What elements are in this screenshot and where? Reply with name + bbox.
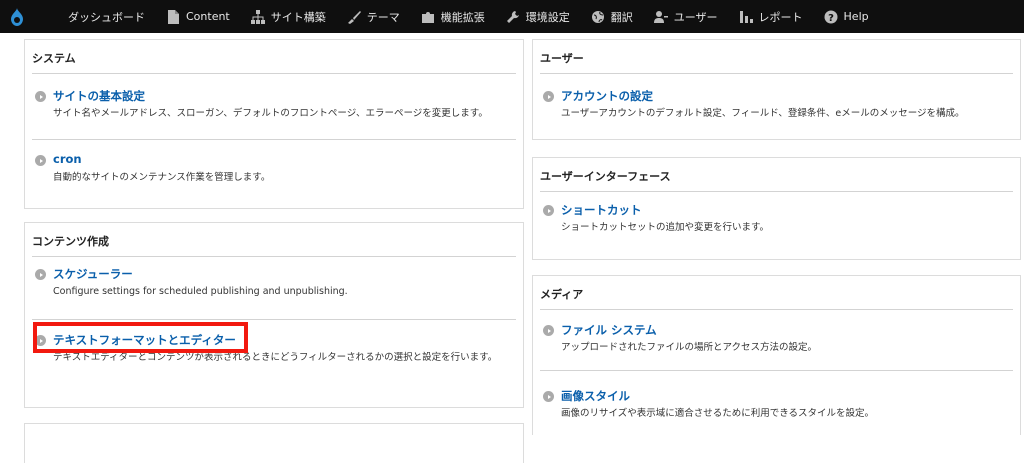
arrow-circle-icon	[543, 325, 554, 336]
globe-icon	[590, 9, 606, 25]
panel-user-interface: ユーザーインターフェース ショートカット ショートカットセットの追加や変更を行い…	[532, 157, 1021, 260]
arrow-circle-icon	[35, 155, 46, 166]
toolbar-item-extend[interactable]: 機能拡張	[410, 0, 495, 33]
toolbar-item-content[interactable]: Content	[155, 0, 240, 33]
toolbar-label: レポート	[758, 10, 803, 24]
item-link[interactable]: アカウントの設定	[561, 88, 653, 104]
item-description: サイト名やメールアドレス、スローガン、デフォルトのフロントページ、エラーページを…	[53, 108, 488, 119]
toolbar-item-config[interactable]: 環境設定	[495, 0, 580, 33]
sitemap-icon	[250, 9, 266, 25]
item-link[interactable]: スケジューラー	[53, 266, 133, 282]
item-description: 自動的なサイトのメンテナンス作業を管理します。	[53, 172, 271, 183]
toolbar-item-translate[interactable]: 翻訳	[580, 0, 643, 33]
item-link[interactable]: cron	[53, 152, 82, 166]
panel-title: ユーザーインターフェース	[540, 158, 1013, 192]
puzzle-icon	[420, 9, 436, 25]
arrow-circle-icon	[543, 205, 554, 216]
wrench-icon	[505, 9, 521, 25]
divider	[32, 319, 516, 320]
toolbar-label: ダッシュボード	[68, 10, 145, 24]
highlight-box	[33, 322, 248, 353]
item-description: ショートカットセットの追加や変更を行います。	[561, 222, 770, 233]
toolbar-item-appearance[interactable]: テーマ	[336, 0, 410, 33]
arrow-circle-icon	[35, 91, 46, 102]
arrow-circle-icon	[543, 91, 554, 102]
panel-media: メディア ファイル システム アップロードされたファイルの場所とアクセス方法の設…	[532, 275, 1021, 435]
panel-next	[24, 423, 524, 463]
toolbar-label: テーマ	[366, 10, 400, 24]
toolbar-label: 環境設定	[525, 10, 570, 24]
item-description: Configure settings for scheduled publish…	[53, 286, 348, 297]
panel-system: システム サイトの基本設定 サイト名やメールアドレス、スローガン、デフォルトのフ…	[24, 39, 524, 209]
arrow-circle-icon	[543, 391, 554, 402]
toolbar-label: Help	[843, 10, 869, 23]
bar-chart-icon	[738, 9, 754, 25]
toolbar-nav: ダッシュボード Content サイト構築 テーマ 機能拡張 環境設定 翻訳 ユ…	[33, 0, 879, 33]
brush-icon	[346, 9, 362, 25]
file-icon	[165, 9, 181, 25]
panel-content-authoring: コンテンツ作成 スケジューラー Configure settings for s…	[24, 222, 524, 408]
panel-title: コンテンツ作成	[32, 223, 516, 257]
item-description: 画像のリサイズや表示域に適合させるために利用できるスタイルを設定。	[561, 408, 875, 419]
item-link[interactable]: サイトの基本設定	[53, 88, 145, 104]
panel-title: メディア	[540, 276, 1013, 310]
toolbar-label: サイト構築	[270, 10, 326, 24]
item-link[interactable]: ファイル システム	[561, 322, 657, 338]
drupal-logo-icon[interactable]	[0, 0, 33, 33]
divider	[540, 370, 1013, 371]
item-description: ユーザーアカウントのデフォルト設定、フィールド、登録条件、eメールのメッセージを…	[561, 108, 965, 119]
toolbar-label: 機能拡張	[440, 10, 485, 24]
people-icon	[653, 9, 669, 25]
panel-title: システム	[32, 40, 516, 74]
item-description: アップロードされたファイルの場所とアクセス方法の設定。	[561, 342, 818, 353]
toolbar-item-reports[interactable]: レポート	[728, 0, 813, 33]
panel-people: ユーザー アカウントの設定 ユーザーアカウントのデフォルト設定、フィールド、登録…	[532, 39, 1021, 140]
toolbar-item-people[interactable]: ユーザー	[643, 0, 728, 33]
panel-title: ユーザー	[540, 40, 1013, 74]
toolbar-label: ユーザー	[673, 10, 718, 24]
toolbar-item-dashboard[interactable]: ダッシュボード	[58, 0, 155, 33]
toolbar-label: 翻訳	[610, 10, 633, 24]
help-icon: ?	[823, 9, 839, 25]
toolbar-item-structure[interactable]: サイト構築	[240, 0, 336, 33]
svg-text:?: ?	[828, 13, 834, 24]
admin-toolbar: ダッシュボード Content サイト構築 テーマ 機能拡張 環境設定 翻訳 ユ…	[0, 0, 1024, 33]
toolbar-label: Content	[186, 10, 230, 23]
arrow-circle-icon	[35, 269, 46, 280]
divider	[32, 139, 516, 140]
toolbar-item-help[interactable]: ? Help	[813, 0, 879, 33]
item-link[interactable]: 画像スタイル	[561, 388, 630, 404]
item-link[interactable]: ショートカット	[561, 202, 642, 218]
